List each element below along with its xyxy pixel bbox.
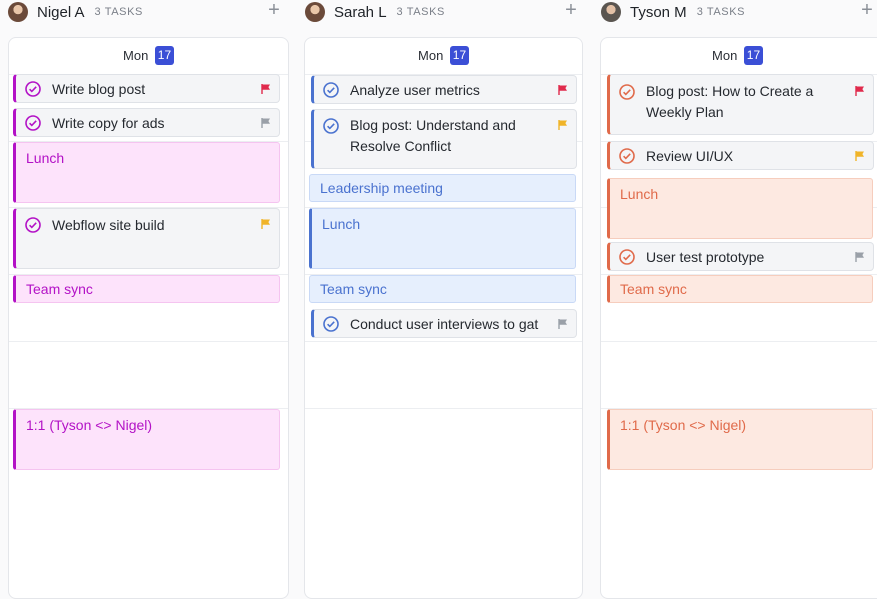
add-task-button[interactable]: + [266, 0, 282, 20]
task-title: User test prototype [646, 249, 765, 265]
task-status-icon[interactable] [25, 81, 41, 97]
task-card[interactable]: Blog post: How to Create a Weekly Plan [607, 74, 874, 135]
task-card[interactable]: Write blog post [13, 74, 280, 103]
event-title: Team sync [26, 281, 93, 297]
event-title: Team sync [620, 281, 687, 297]
event-block[interactable]: Team sync [309, 275, 576, 303]
avatar [305, 2, 325, 22]
add-task-button[interactable]: + [563, 0, 579, 20]
task-status-icon[interactable] [323, 316, 339, 332]
task-status-icon[interactable] [619, 249, 635, 265]
day-column-nigel: Mon 17 Write blog post Write copy for ad… [8, 37, 289, 599]
event-block[interactable]: Leadership meeting [309, 174, 576, 202]
task-title: Blog post: How to Create a Weekly Plan [646, 83, 814, 120]
task-title: Webflow site build [52, 217, 165, 233]
priority-flag-icon[interactable] [854, 150, 866, 162]
priority-flag-icon[interactable] [557, 119, 569, 131]
priority-flag-icon[interactable] [260, 83, 272, 95]
column-header-tyson: Tyson M 3 TASKS [601, 0, 745, 24]
task-title: Write blog post [52, 81, 146, 97]
priority-flag-icon[interactable] [854, 251, 866, 263]
task-status-icon[interactable] [25, 217, 41, 233]
assignee-name: Tyson M [630, 3, 687, 21]
column-header-nigel: Nigel A 3 TASKS [8, 0, 143, 24]
add-task-button[interactable]: + [859, 0, 875, 20]
task-count: 3 TASKS [396, 6, 445, 18]
task-status-icon[interactable] [619, 84, 635, 100]
event-block[interactable]: Team sync [13, 275, 280, 303]
task-title: Blog post: Understand and Resolve Confli… [350, 117, 516, 154]
event-block[interactable]: Lunch [309, 208, 576, 269]
task-title: Conduct user interviews to gat [350, 316, 539, 332]
task-card[interactable]: Write copy for ads [13, 108, 280, 137]
day-header: Mon 17 [9, 46, 288, 66]
priority-flag-icon[interactable] [260, 117, 272, 129]
task-title: Analyze user metrics [350, 82, 480, 98]
event-block[interactable]: 1:1 (Tyson <> Nigel) [13, 409, 280, 470]
task-status-icon[interactable] [25, 115, 41, 131]
event-block[interactable]: Team sync [607, 275, 873, 303]
event-block[interactable]: 1:1 (Tyson <> Nigel) [607, 409, 873, 470]
day-header: Mon 17 [601, 46, 874, 66]
task-title: Write copy for ads [52, 115, 165, 131]
day-column-tyson: Mon 17 Blog post: How to Create a Weekly… [600, 37, 877, 599]
event-title: Lunch [26, 150, 65, 166]
priority-flag-icon[interactable] [260, 218, 272, 230]
event-title: Leadership meeting [320, 180, 443, 196]
date-badge: 17 [449, 46, 469, 65]
event-title: 1:1 (Tyson <> Nigel) [620, 417, 747, 433]
date-badge: 17 [743, 46, 763, 65]
task-status-icon[interactable] [323, 82, 339, 98]
task-card[interactable]: Webflow site build [13, 208, 280, 269]
task-card[interactable]: Conduct user interviews to gat [311, 309, 577, 338]
event-title: 1:1 (Tyson <> Nigel) [26, 417, 153, 433]
task-count: 3 TASKS [696, 6, 746, 18]
task-count: 3 TASKS [94, 6, 143, 18]
task-card[interactable]: Review UI/UX [607, 141, 874, 170]
event-title: Lunch [322, 216, 361, 232]
column-header-sarah: Sarah L 3 TASKS [305, 0, 445, 24]
date-badge: 17 [154, 46, 174, 65]
task-title: Review UI/UX [646, 148, 734, 164]
avatar [601, 2, 621, 22]
task-card[interactable]: Analyze user metrics [311, 75, 577, 104]
event-title: Lunch [620, 186, 659, 202]
event-block[interactable]: Lunch [13, 142, 280, 203]
assignee-name: Nigel A [37, 3, 85, 21]
day-header: Mon 17 [305, 46, 582, 66]
task-status-icon[interactable] [619, 148, 635, 164]
assignee-name: Sarah L [334, 3, 387, 21]
avatar [8, 2, 28, 22]
priority-flag-icon[interactable] [854, 85, 866, 97]
event-block[interactable]: Lunch [607, 178, 873, 239]
priority-flag-icon[interactable] [557, 318, 569, 330]
day-column-sarah: Mon 17 Analyze user metrics Blog post: U… [304, 37, 583, 599]
task-status-icon[interactable] [323, 118, 339, 134]
task-card[interactable]: User test prototype [607, 242, 874, 271]
task-card[interactable]: Blog post: Understand and Resolve Confli… [311, 109, 577, 169]
priority-flag-icon[interactable] [557, 84, 569, 96]
event-title: Team sync [320, 281, 387, 297]
